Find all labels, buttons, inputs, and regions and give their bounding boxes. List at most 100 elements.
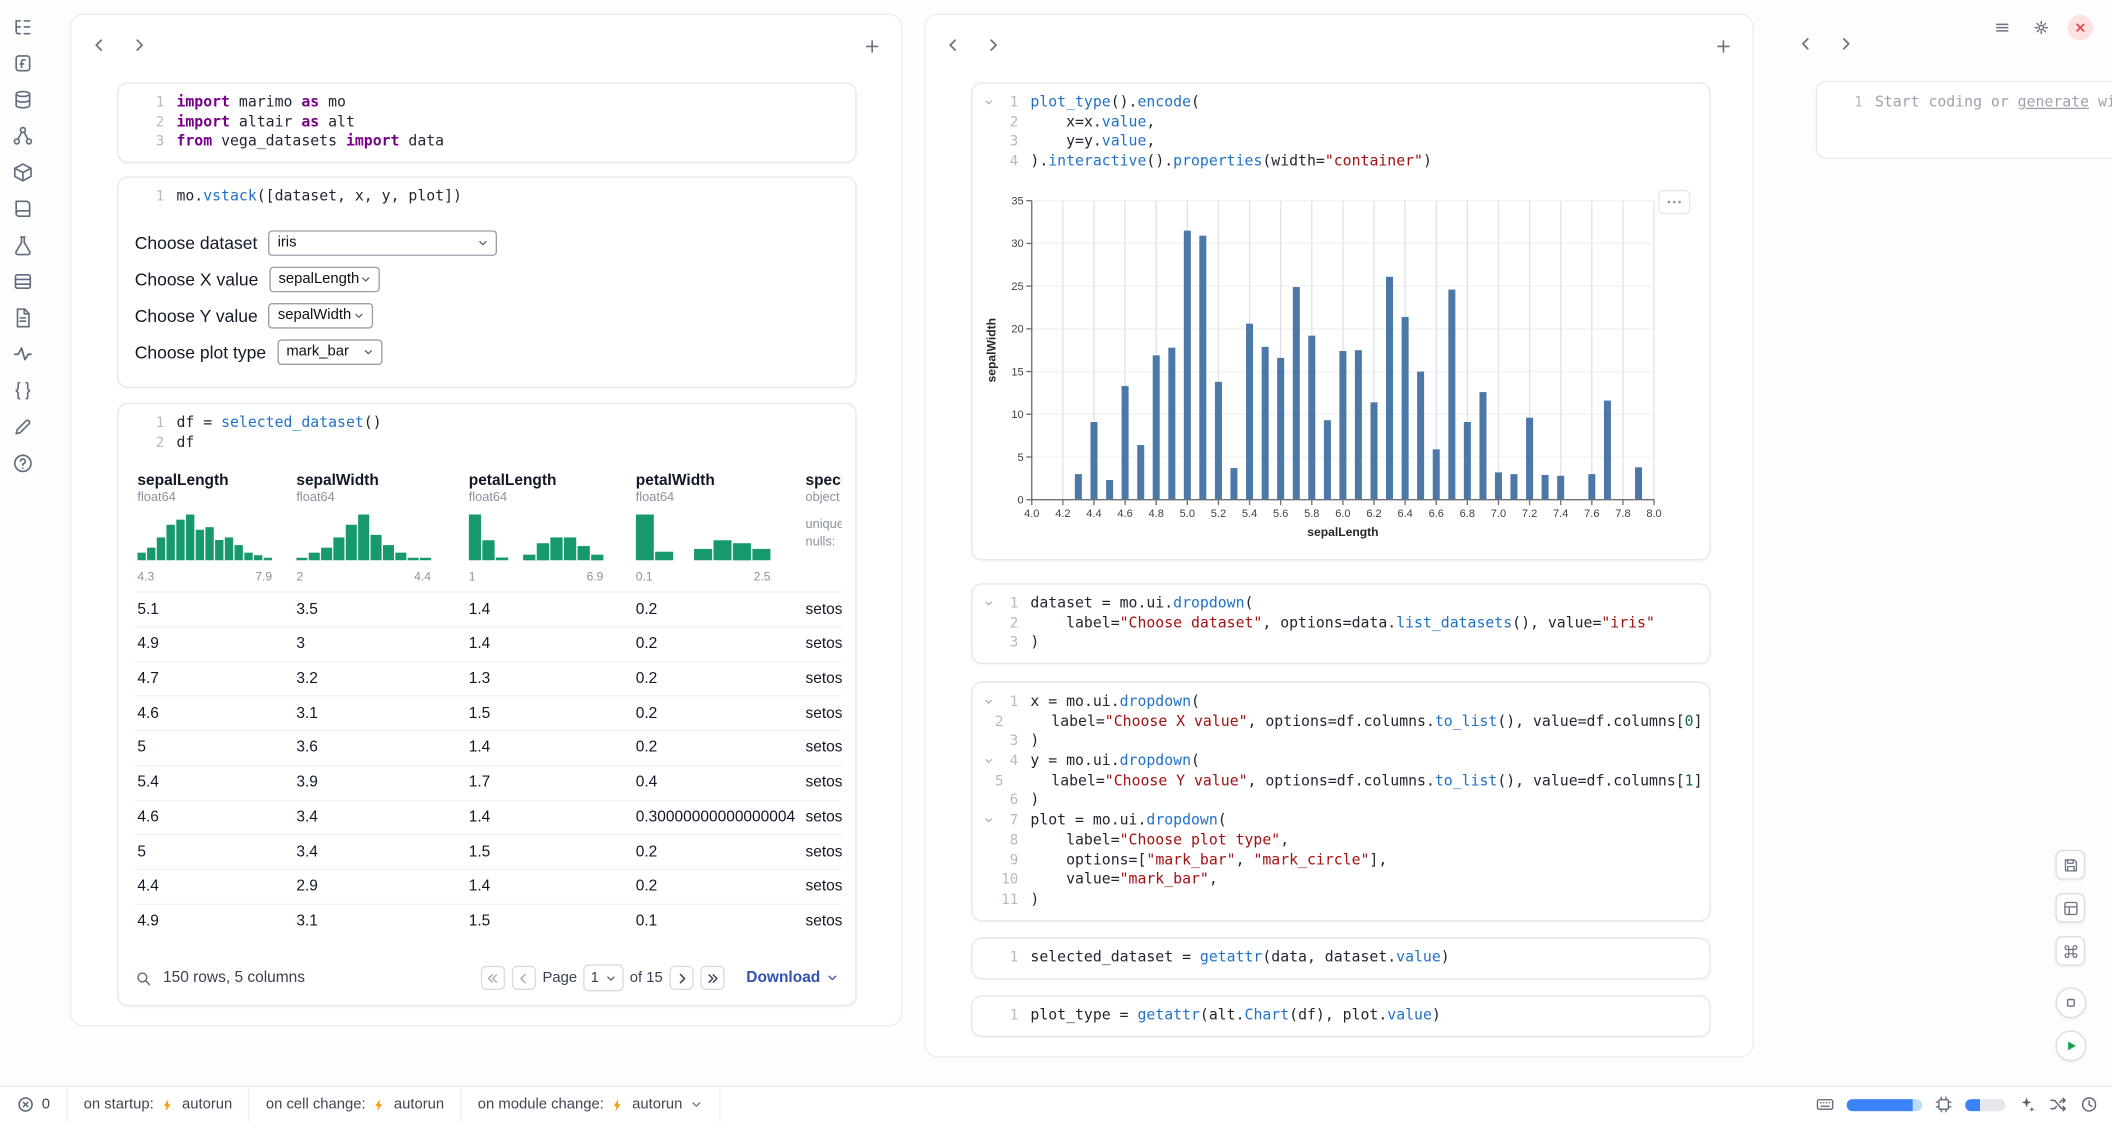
chart-menu-button[interactable] [1658,190,1690,214]
search-icon[interactable] [135,969,153,987]
column-scroll-left-button[interactable] [85,31,112,58]
notebook-menu-button[interactable] [1989,15,2015,41]
column-name: sepalLength [137,473,291,489]
add-cell-button[interactable] [858,32,885,59]
column-nav [85,31,152,58]
column-scroll-left-button[interactable] [939,31,966,58]
column-header-sepalWidth[interactable]: sepalWidthfloat6424.4 [294,471,466,592]
cell-selected-dataset[interactable]: 1selected_dataset = getattr(data, datase… [971,937,1710,978]
line-number: 1 [995,1006,1018,1026]
add-cell-button[interactable] [1709,32,1736,59]
variables-button[interactable] [12,380,34,402]
fold-toggle-icon[interactable] [981,594,996,614]
history-icon[interactable] [2080,1095,2099,1114]
column-dtype: float64 [296,491,463,506]
table-cell: setosa [803,809,842,825]
layout-select-button[interactable] [2055,893,2085,923]
resource-meter-primary [1847,1098,1922,1110]
column-header-sepalLength[interactable]: sepalLengthfloat644.37.9 [135,471,294,592]
annotations-button[interactable] [12,416,34,438]
column-header-petalLength[interactable]: petalLengthfloat6416.9 [466,471,633,592]
on-module-change-setting[interactable]: on module change: autorun [462,1087,720,1122]
file-explorer-button[interactable] [12,16,34,38]
generate-with-ai-link[interactable]: generate [2018,93,2089,111]
cell-vstack[interactable]: 1mo.vstack([dataset, x, y, plot]) Choose… [117,176,856,387]
column-histogram [296,512,463,567]
scratchpad-button[interactable] [12,234,34,256]
code-editor[interactable]: 1selected_dataset = getattr(data, datase… [972,939,1709,978]
altair-bar-chart[interactable]: 4.04.24.44.64.85.05.25.45.65.86.06.26.46… [983,184,1698,545]
dependencies-button[interactable] [12,125,34,147]
table-cell: 3.9 [294,775,466,791]
fold-toggle-icon[interactable] [981,752,996,772]
code-editor[interactable]: 1x = mo.ui.dropdown(2 label="Choose X va… [972,683,1709,919]
choose-x-value-select[interactable]: sepalLength [269,266,379,292]
new-cell-editor[interactable]: 1 Start coding or generate with AI [1816,81,2112,159]
choose-dataset-select[interactable]: iris [268,230,497,256]
column-scroll-right-button[interactable] [125,31,152,58]
column-header-petalWidth[interactable]: petalWidthfloat640.12.5 [633,471,803,592]
tracing-button[interactable] [12,343,34,365]
column-range: 16.9 [469,570,604,583]
keyboard-shortcuts-button[interactable] [2055,936,2085,966]
on-startup-setting[interactable]: on startup: autorun [68,1087,250,1122]
documentation-button[interactable] [12,198,34,220]
cell-plot-type[interactable]: 1plot_type = getattr(alt.Chart(df), plot… [971,995,1710,1036]
errors-indicator[interactable]: 0 [0,1087,68,1122]
previous-page-button[interactable] [512,966,536,990]
page-number-select[interactable]: 1 [584,964,623,991]
cell-dataset-dropdown[interactable]: 1dataset = mo.ui.dropdown(2 label="Choos… [971,583,1710,664]
table-row: 4.63.41.40.30000000000000004setosa [135,799,842,834]
code-editor[interactable]: 1df = selected_dataset()2df [119,404,856,462]
next-page-button[interactable] [669,966,693,990]
choose-y-value-select[interactable]: sepalWidth [268,303,373,329]
connections-icon[interactable] [2049,1095,2068,1114]
first-page-button[interactable] [481,966,505,990]
column-scroll-left-button[interactable] [1791,30,1818,57]
cell-imports[interactable]: 1import marimo as mo2import altair as al… [117,82,856,163]
logs-button[interactable] [12,271,34,293]
save-notebook-button[interactable] [2055,850,2085,880]
column-scroll-right-button[interactable] [979,31,1006,58]
table-cell: 3.5 [294,602,466,618]
table-cell: setosa [803,775,842,791]
help-button[interactable] [12,453,34,475]
variables-icon [12,380,34,402]
data-sources-button[interactable] [12,89,34,111]
save-icon [2061,856,2079,874]
code-editor[interactable]: 1plot_type = getattr(alt.Chart(df), plot… [972,997,1709,1036]
fold-toggle-icon[interactable] [981,93,996,113]
notebook-files-button[interactable] [12,53,34,75]
code-editor[interactable]: 1import marimo as mo2import altair as al… [119,84,856,162]
column-header-species[interactable]: speciesobjectunique:nulls: [803,471,842,592]
on-cell-change-setting[interactable]: on cell change: autorun [250,1087,462,1122]
code-editor[interactable]: 1dataset = mo.ui.dropdown(2 label="Choos… [972,585,1709,663]
settings-button[interactable] [2028,15,2054,41]
download-button[interactable]: Download [746,970,839,986]
svg-text:30: 30 [1011,238,1023,250]
code-line: 6) [981,791,1702,811]
run-all-button[interactable] [2055,1030,2086,1061]
last-page-button[interactable] [700,966,724,990]
code-editor[interactable]: 1mo.vstack([dataset, x, y, plot]) [119,178,856,217]
control-label: Choose dataset [135,233,258,253]
cell-xy-plot-dropdowns[interactable]: 1x = mo.ui.dropdown(2 label="Choose X va… [971,682,1710,921]
interrupt-button[interactable] [2055,987,2086,1018]
packages-button[interactable] [12,162,34,184]
table-row: 4.93.11.50.1setosa [135,903,842,938]
keyboard-icon[interactable] [1816,1095,1835,1114]
cell-chart[interactable]: 1plot_type().encode(2 x=x.value,3 y=y.va… [971,82,1710,560]
shutdown-button[interactable] [2068,15,2094,41]
column-name: petalLength [469,473,631,489]
choose-plot-type-select[interactable]: mark_bar [277,339,382,365]
column-scroll-right-button[interactable] [1832,30,1859,57]
code-line: 5 label="Choose Y value", options=df.col… [981,771,1702,791]
ai-sparkles-icon[interactable] [2018,1095,2037,1114]
chevron-down-icon [689,1098,702,1111]
snippets-button[interactable] [12,307,34,329]
fold-toggle-icon[interactable] [981,692,996,712]
cell-dataframe[interactable]: 1df = selected_dataset()2df sepalLengthf… [117,403,856,1006]
line-number: 3 [141,133,164,153]
fold-toggle-icon[interactable] [981,811,996,831]
code-editor[interactable]: 1plot_type().encode(2 x=x.value,3 y=y.va… [972,84,1709,182]
